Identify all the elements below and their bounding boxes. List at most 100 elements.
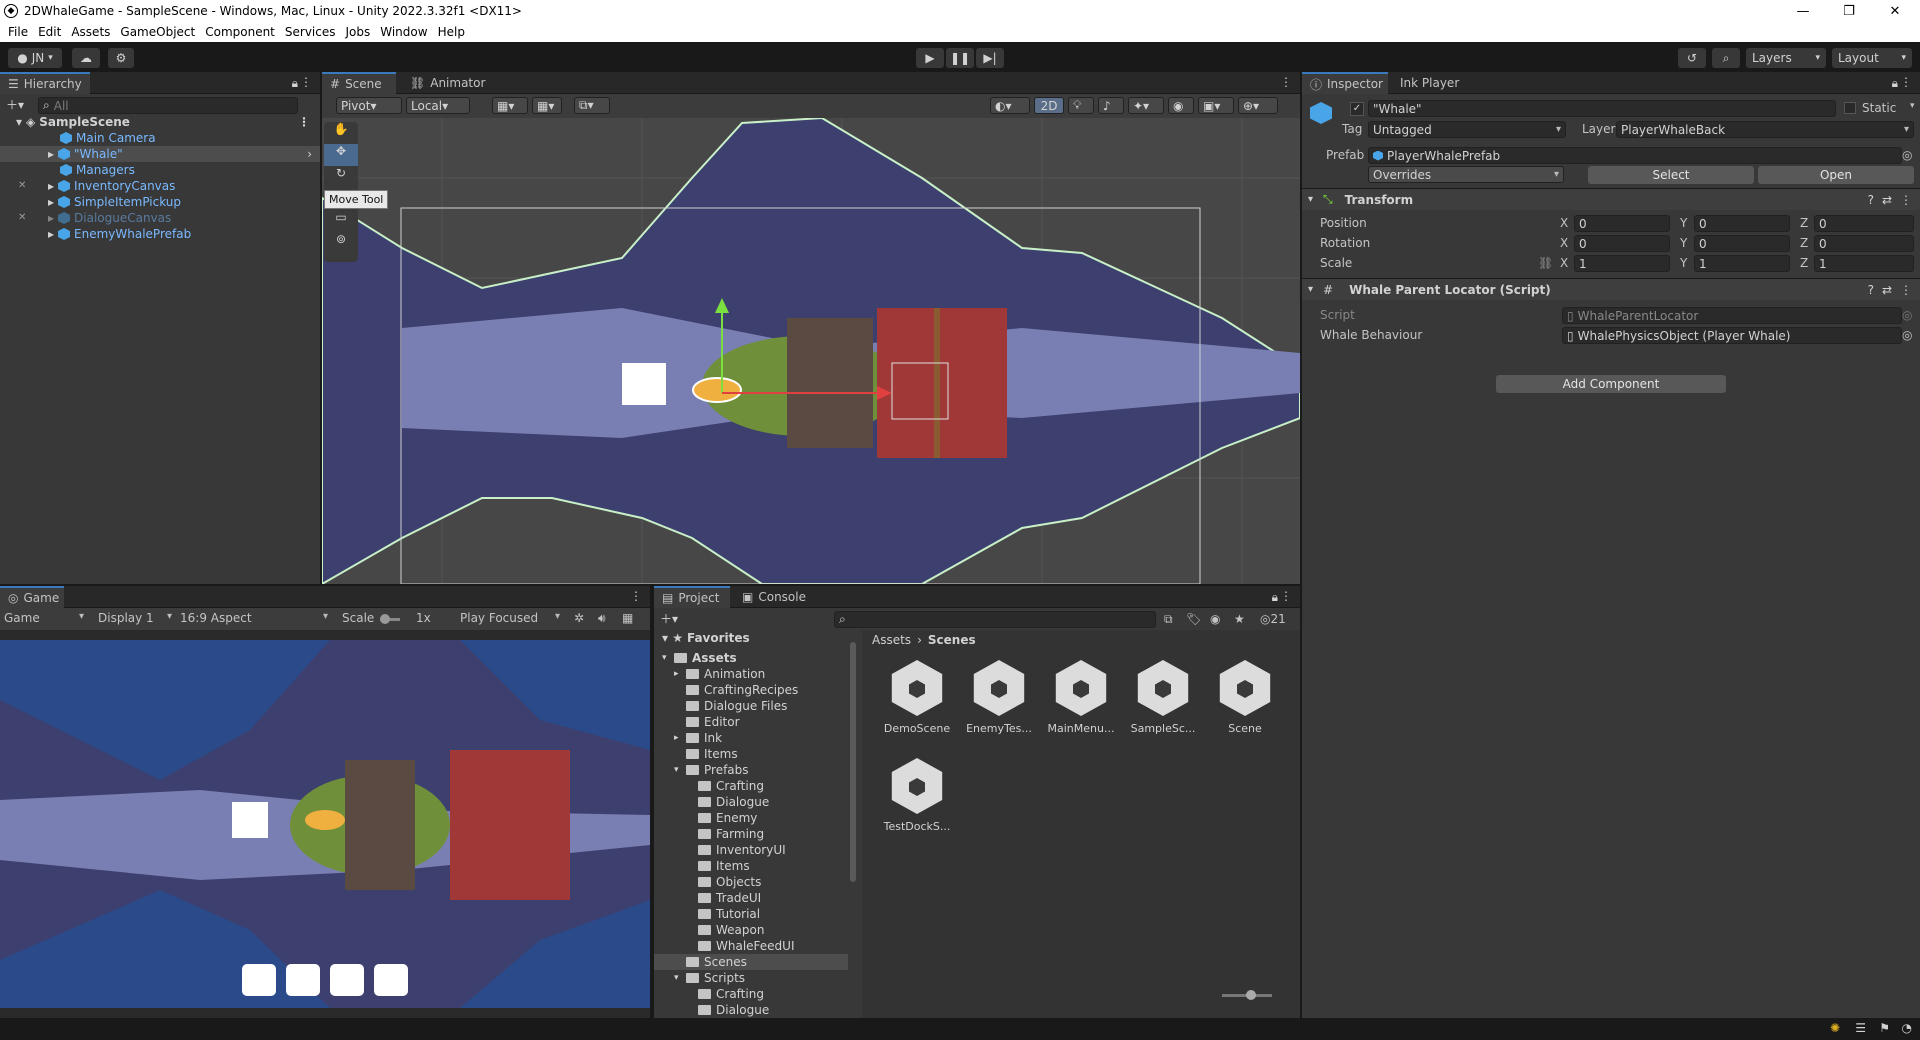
play-mode-dropdown[interactable]: Play Focused (460, 611, 564, 625)
open-button[interactable]: Open (1758, 166, 1914, 184)
menu-assets[interactable]: Assets (71, 25, 110, 39)
account-button[interactable]: ● JN ▾ (8, 48, 62, 68)
lock-icon[interactable]: 🔒︎ (292, 76, 298, 91)
lighting-icon[interactable]: 💡︎ (1068, 97, 1094, 114)
project-search-input[interactable]: ⌕ (834, 611, 1156, 628)
tab-hierarchy[interactable]: ☰ Hierarchy (0, 72, 90, 94)
overrides-dropdown[interactable]: Overrides (1368, 166, 1564, 183)
folder-row[interactable]: Dialogue Files (654, 698, 848, 714)
more-icon[interactable]: ⋮ (1280, 75, 1292, 89)
scale-slider-thumb[interactable] (380, 614, 390, 624)
list-item[interactable]: ▸ InventoryCanvas (48, 178, 175, 194)
scene-asset[interactable]: MainMenu... (1040, 660, 1122, 750)
pivot-dropdown[interactable]: Pivot ▾ (336, 97, 402, 114)
tab-ink-player[interactable]: Ink Player (1392, 72, 1472, 94)
target-icon[interactable]: ◎ (1902, 328, 1912, 342)
scene-asset[interactable]: DemoScene (876, 660, 958, 750)
breadcrumb-scenes[interactable]: Scenes (928, 633, 976, 647)
camera-icon[interactable]: ▣▾ (1198, 97, 1234, 114)
layer-dropdown[interactable]: PlayerWhaleBack (1616, 121, 1914, 138)
transform-header[interactable]: ▾ ⤡ Transform ? ⇄ ⋮ (1302, 188, 1920, 210)
rotate-tool-icon[interactable]: ↻ (324, 166, 358, 188)
game-view-dropdown[interactable]: Game (4, 611, 88, 625)
display-dropdown[interactable]: Display 1 (98, 611, 176, 625)
help-icon[interactable]: ? (1868, 193, 1874, 207)
create-button[interactable]: ＋▾ (6, 96, 30, 114)
audio-mute-icon[interactable]: 🔊︎ (598, 611, 606, 626)
scene-row[interactable]: ▾ ◈ SampleScene ⋮ (16, 114, 316, 130)
preset-icon[interactable]: ⇄ (1882, 193, 1892, 207)
hidden-packages-count[interactable]: ◎21 (1260, 612, 1286, 626)
more-icon[interactable]: ⋮ (1900, 193, 1912, 207)
search-icon[interactable]: ⌕ (1712, 48, 1740, 68)
folder-row[interactable]: Crafting (654, 986, 848, 1002)
folder-row[interactable]: TradeUI (654, 890, 848, 906)
history-icon[interactable]: ↺ (1678, 48, 1706, 68)
folder-row[interactable]: Crafting (654, 778, 848, 794)
2d-toggle-button[interactable]: 2D (1034, 97, 1064, 114)
more-icon[interactable]: ⋮ (1900, 283, 1912, 297)
list-item[interactable]: ▸ DialogueCanvas (48, 210, 171, 226)
folder-row[interactable]: WhaleFeedUI (654, 938, 848, 954)
tab-inspector[interactable]: ⓘ Inspector (1302, 72, 1388, 94)
folder-row[interactable]: Editor (654, 714, 848, 730)
tab-project[interactable]: ▤ Project (654, 586, 730, 608)
scene-asset[interactable]: TestDockS... (876, 758, 958, 848)
menu-file[interactable]: File (8, 25, 28, 39)
menu-gameobject[interactable]: GameObject (120, 25, 195, 39)
folder-row[interactable]: Dialogue (654, 1002, 848, 1018)
scale-z-field[interactable]: 1 (1814, 255, 1914, 272)
visibility-icon[interactable]: ◉ (1168, 97, 1194, 114)
add-component-button[interactable]: Add Component (1496, 375, 1726, 393)
menu-edit[interactable]: Edit (38, 25, 61, 39)
more-icon[interactable]: ⋮ (1280, 589, 1292, 603)
rotation-y-field[interactable]: 0 (1694, 235, 1790, 252)
inventory-slot[interactable] (286, 964, 320, 996)
shading-mode-icon[interactable]: ◐▾ (990, 97, 1030, 114)
folder-row[interactable]: Items (654, 746, 848, 762)
play-button[interactable]: ▶ (916, 48, 944, 68)
tab-scene[interactable]: # Scene (322, 72, 396, 94)
progress-icon[interactable]: ◔ (1902, 1021, 1912, 1035)
rotation-x-field[interactable]: 0 (1574, 235, 1670, 252)
favorites-row[interactable]: ▾ ★ Favorites (662, 630, 750, 646)
rect-tool-icon[interactable]: ▭ (324, 210, 358, 232)
increment-snap-icon[interactable]: ⧉▾ (574, 97, 610, 114)
collab-icon[interactable]: ⚙ (108, 48, 134, 68)
constrain-proportions-icon[interactable]: ⛓ (1538, 256, 1553, 270)
prefab-field[interactable]: PlayerWhalePrefab (1368, 147, 1902, 164)
folder-row[interactable]: Objects (654, 874, 848, 890)
static-checkbox[interactable] (1844, 102, 1856, 114)
lock-icon[interactable]: 🔒︎ (1272, 590, 1278, 605)
folder-row[interactable]: Farming (654, 826, 848, 842)
list-item[interactable]: ▸ EnemyWhalePrefab (48, 226, 191, 242)
scale-x-field[interactable]: 1 (1574, 255, 1670, 272)
visibility-hidden-icon[interactable]: ✕ (18, 212, 26, 223)
bug-icon[interactable]: ✲ (574, 611, 584, 625)
create-button[interactable]: ＋▾ (660, 610, 678, 627)
menu-services[interactable]: Services (285, 25, 336, 39)
position-z-field[interactable]: 0 (1814, 215, 1914, 232)
grid-snap-icon[interactable]: ▦▾ (492, 97, 528, 114)
folder-row[interactable]: ▾ Prefabs (654, 762, 848, 778)
favorite-icon[interactable]: ★ (1234, 612, 1245, 626)
close-button[interactable]: ✕ (1872, 0, 1918, 22)
tab-console[interactable]: ▣ Console (734, 586, 818, 608)
visibility-hidden-icon[interactable]: ✕ (18, 180, 26, 191)
folder-row[interactable]: Enemy (654, 810, 848, 826)
tree-scrollbar[interactable] (850, 642, 856, 882)
menu-jobs[interactable]: Jobs (346, 25, 371, 39)
tab-game[interactable]: ◎ Game (0, 586, 64, 608)
layout-dropdown[interactable]: Layout ▾ (1832, 48, 1912, 68)
folder-row[interactable]: ▾ Assets (654, 650, 848, 666)
debug-mode-icon[interactable]: ⚑ (1879, 1021, 1890, 1035)
restore-button[interactable]: ❐ (1826, 0, 1872, 22)
list-item[interactable]: Managers (60, 162, 135, 178)
search-by-type-icon[interactable]: ⧉ (1164, 612, 1173, 627)
rotation-z-field[interactable]: 0 (1814, 235, 1914, 252)
folder-row[interactable]: ▸ Ink (654, 730, 848, 746)
aspect-dropdown[interactable]: 16:9 Aspect (180, 611, 332, 625)
more-icon[interactable]: ⋮ (630, 589, 642, 603)
minimize-button[interactable]: — (1780, 0, 1826, 22)
inventory-slot[interactable] (242, 964, 276, 996)
